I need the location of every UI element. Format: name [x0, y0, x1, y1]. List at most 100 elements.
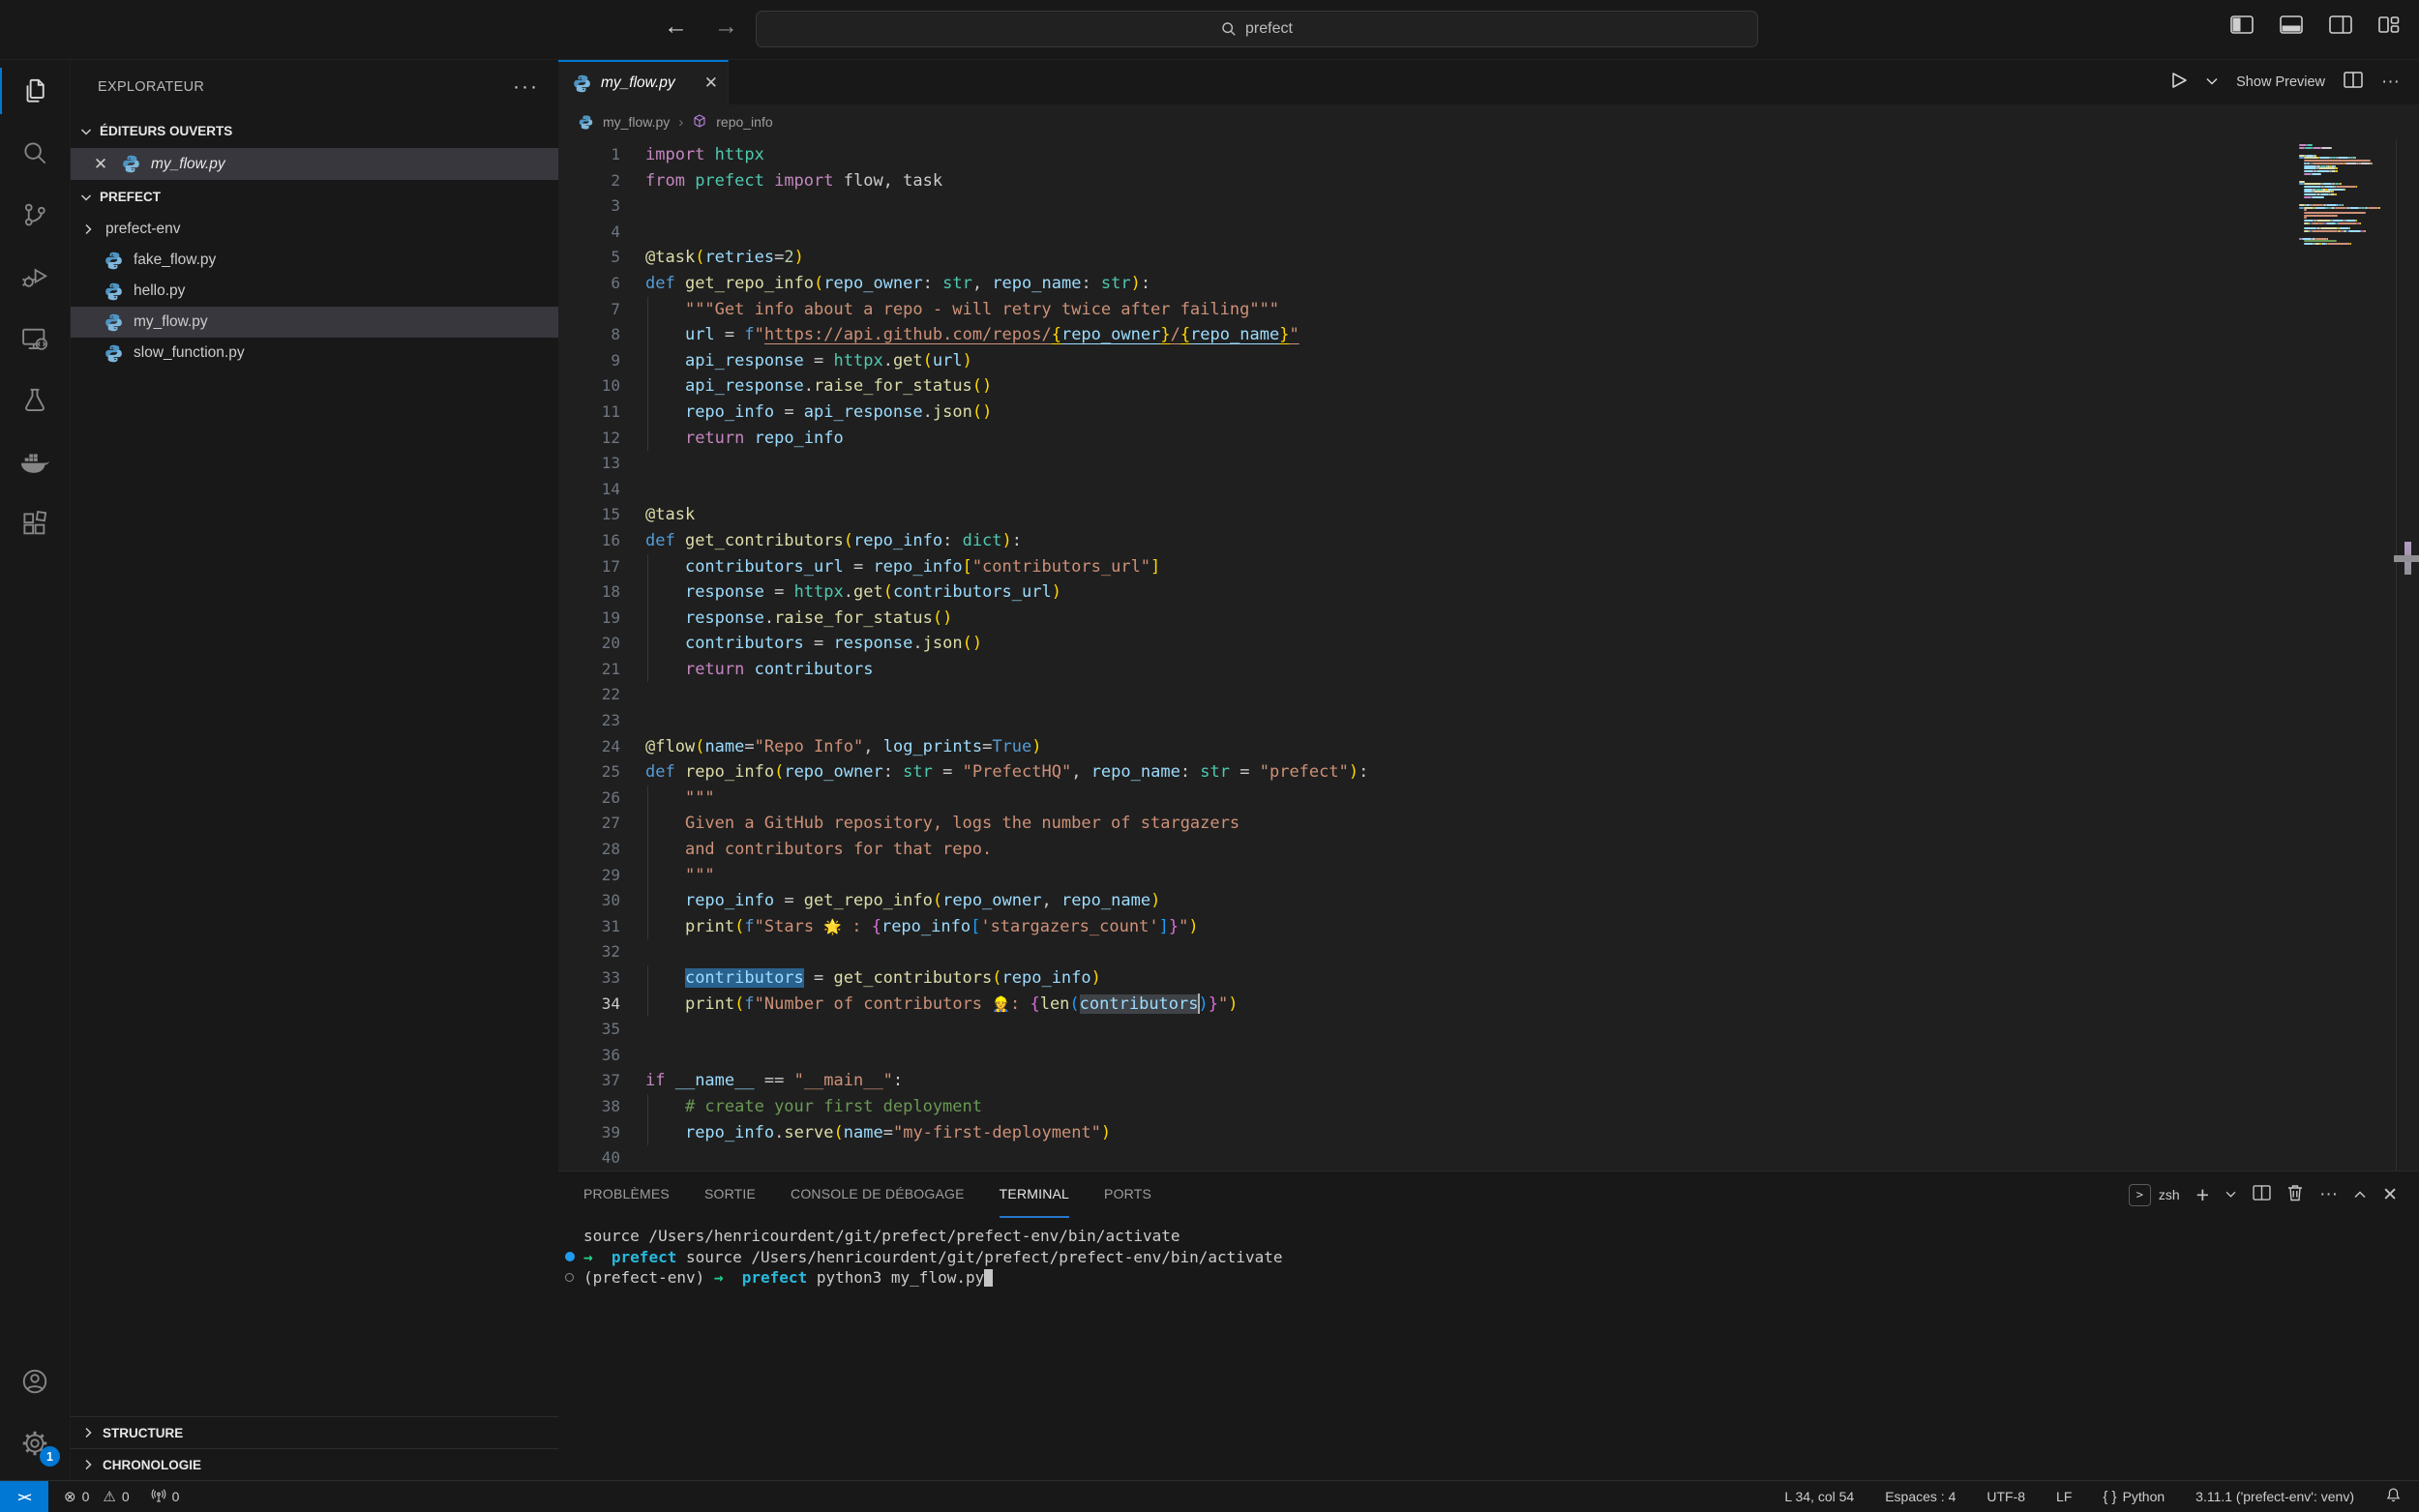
file-my_flow.py[interactable]: my_flow.py: [71, 307, 558, 338]
code-line-22[interactable]: 22: [558, 682, 2419, 708]
code-line-30[interactable]: 30 repo_info = get_repo_info(repo_owner,…: [558, 888, 2419, 914]
panel-more-icon[interactable]: ···: [2319, 1184, 2338, 1205]
panel-tab-terminal[interactable]: TERMINAL: [1000, 1171, 1069, 1218]
activity-docker-icon[interactable]: [0, 431, 70, 493]
kill-terminal-icon[interactable]: [2287, 1184, 2303, 1206]
activity-testing-icon[interactable]: [0, 370, 70, 431]
code-line-2[interactable]: 2from prefect import flow, task: [558, 168, 2419, 194]
activity-explorer-icon[interactable]: [0, 60, 70, 122]
code-line-33[interactable]: 33 contributors = get_contributors(repo_…: [558, 965, 2419, 992]
indentation[interactable]: Espaces : 4: [1885, 1489, 1956, 1504]
section-open-editors[interactable]: ÉDITEURS OUVERTS: [71, 114, 558, 148]
section-folder[interactable]: PREFECT: [71, 180, 558, 214]
activity-remote-explorer-icon[interactable]: [0, 308, 70, 370]
toggle-sidebar-icon[interactable]: [2230, 15, 2254, 34]
code-line-35[interactable]: 35: [558, 1017, 2419, 1043]
code-line-9[interactable]: 9 api_response = httpx.get(url): [558, 348, 2419, 374]
run-python-file-icon[interactable]: [2171, 72, 2188, 94]
activity-run-debug-icon[interactable]: [0, 246, 70, 308]
code-line-8[interactable]: 8 url = f"https://api.github.com/repos/{…: [558, 322, 2419, 348]
code-line-5[interactable]: 5@task(retries=2): [558, 245, 2419, 271]
file-slow_function.py[interactable]: slow_function.py: [71, 338, 558, 369]
history-forward-icon[interactable]: →: [714, 13, 738, 41]
panel-tab-console-de-débogage[interactable]: CONSOLE DE DÉBOGAGE: [791, 1171, 965, 1218]
account-icon[interactable]: [0, 1350, 70, 1412]
split-editor-icon[interactable]: [2344, 72, 2363, 93]
code-line-3[interactable]: 3: [558, 193, 2419, 220]
panel-tab-problèmes[interactable]: PROBLÈMES: [583, 1171, 670, 1218]
command-decoration-filled[interactable]: [565, 1252, 575, 1261]
code-line-27[interactable]: 27 Given a GitHub repository, logs the n…: [558, 811, 2419, 837]
code-line-21[interactable]: 21 return contributors: [558, 657, 2419, 683]
eol-sequence[interactable]: LF: [2056, 1489, 2072, 1504]
toggle-secondary-sidebar-icon[interactable]: [2329, 15, 2352, 34]
code-line-17[interactable]: 17 contributors_url = repo_info["contrib…: [558, 554, 2419, 580]
activity-source-control-icon[interactable]: [0, 184, 70, 246]
code-line-15[interactable]: 15@task: [558, 502, 2419, 528]
code-line-32[interactable]: 32: [558, 939, 2419, 965]
cursor-position[interactable]: L 34, col 54: [1784, 1489, 1854, 1504]
code-line-37[interactable]: 37if __name__ == "__main__":: [558, 1068, 2419, 1094]
code-line-16[interactable]: 16def get_contributors(repo_info: dict):: [558, 528, 2419, 554]
sidebar-more-icon[interactable]: ···: [513, 75, 539, 99]
code-line-14[interactable]: 14: [558, 477, 2419, 503]
new-terminal-icon[interactable]: +: [2196, 1182, 2209, 1208]
code-line-1[interactable]: 1import httpx: [558, 142, 2419, 168]
show-preview-button[interactable]: Show Preview: [2236, 74, 2325, 90]
terminal-output[interactable]: source /Users/henricourdent/git/prefect/…: [558, 1218, 2419, 1289]
code-line-24[interactable]: 24@flow(name="Repo Info", log_prints=Tru…: [558, 734, 2419, 760]
tab-my-flow[interactable]: my_flow.py ✕: [558, 60, 729, 104]
activity-extensions-icon[interactable]: [0, 493, 70, 555]
customize-layout-icon[interactable]: [2378, 15, 2400, 34]
code-line-36[interactable]: 36: [558, 1043, 2419, 1069]
code-line-26[interactable]: 26 """: [558, 786, 2419, 812]
ports-status[interactable]: 0: [151, 1488, 180, 1506]
code-editor[interactable]: 1import httpx2from prefect import flow, …: [558, 139, 2419, 1171]
code-line-13[interactable]: 13: [558, 451, 2419, 477]
code-line-4[interactable]: 4: [558, 220, 2419, 246]
history-back-icon[interactable]: ←: [664, 13, 688, 41]
notifications-bell-icon[interactable]: [2385, 1487, 2402, 1506]
python-interpreter[interactable]: 3.11.1 ('prefect-env': venv): [2195, 1489, 2354, 1504]
code-line-10[interactable]: 10 api_response.raise_for_status(): [558, 373, 2419, 400]
code-line-31[interactable]: 31 print(f"Stars 🌟 : {repo_info['stargaz…: [558, 914, 2419, 940]
close-panel-icon[interactable]: ✕: [2382, 1184, 2398, 1206]
toggle-panel-icon[interactable]: [2280, 15, 2303, 34]
code-line-6[interactable]: 6def get_repo_info(repo_owner: str, repo…: [558, 271, 2419, 297]
editor-more-icon[interactable]: ···: [2381, 72, 2400, 93]
code-line-40[interactable]: 40: [558, 1145, 2419, 1171]
run-dropdown-chevron-icon[interactable]: [2206, 74, 2218, 91]
minimap[interactable]: [2299, 144, 2392, 249]
tab-close-icon[interactable]: ✕: [704, 74, 718, 93]
maximize-panel-icon[interactable]: [2354, 1186, 2366, 1203]
code-line-28[interactable]: 28 and contributors for that repo.: [558, 837, 2419, 863]
panel-tab-sortie[interactable]: SORTIE: [704, 1171, 756, 1218]
encoding[interactable]: UTF-8: [1986, 1489, 2025, 1504]
code-line-11[interactable]: 11 repo_info = api_response.json(): [558, 400, 2419, 426]
code-line-34[interactable]: 34 print(f"Number of contributors 👷: {le…: [558, 992, 2419, 1018]
code-line-38[interactable]: 38 # create your first deployment: [558, 1094, 2419, 1120]
file-prefect-env[interactable]: prefect-env: [71, 214, 558, 245]
settings-gear-icon[interactable]: 1: [0, 1412, 70, 1474]
code-line-19[interactable]: 19 response.raise_for_status(): [558, 606, 2419, 632]
code-line-12[interactable]: 12 return repo_info: [558, 426, 2419, 452]
remote-indicator[interactable]: ><: [0, 1481, 48, 1512]
file-hello.py[interactable]: hello.py: [71, 276, 558, 307]
code-line-39[interactable]: 39 repo_info.serve(name="my-first-deploy…: [558, 1120, 2419, 1146]
code-line-25[interactable]: 25def repo_info(repo_owner: str = "Prefe…: [558, 759, 2419, 786]
panel-tab-ports[interactable]: PORTS: [1104, 1171, 1151, 1218]
open-editor-my_flow.py[interactable]: ✕my_flow.py: [71, 148, 558, 180]
command-center-search[interactable]: prefect: [756, 11, 1758, 47]
breadcrumb-file[interactable]: my_flow.py: [603, 114, 670, 130]
code-line-20[interactable]: 20 contributors = response.json(): [558, 631, 2419, 657]
activity-search-icon[interactable]: [0, 122, 70, 184]
code-line-23[interactable]: 23: [558, 708, 2419, 734]
code-line-29[interactable]: 29 """: [558, 863, 2419, 889]
section-outline[interactable]: STRUCTURE: [71, 1416, 558, 1448]
breadcrumb-symbol[interactable]: repo_info: [716, 114, 772, 130]
terminal-dropdown-chevron-icon[interactable]: [2225, 1186, 2236, 1203]
terminal-instance-zsh[interactable]: > zsh: [2129, 1184, 2180, 1206]
section-timeline[interactable]: CHRONOLOGIE: [71, 1448, 558, 1480]
language-mode[interactable]: { } Python: [2103, 1489, 2165, 1505]
file-fake_flow.py[interactable]: fake_flow.py: [71, 245, 558, 276]
